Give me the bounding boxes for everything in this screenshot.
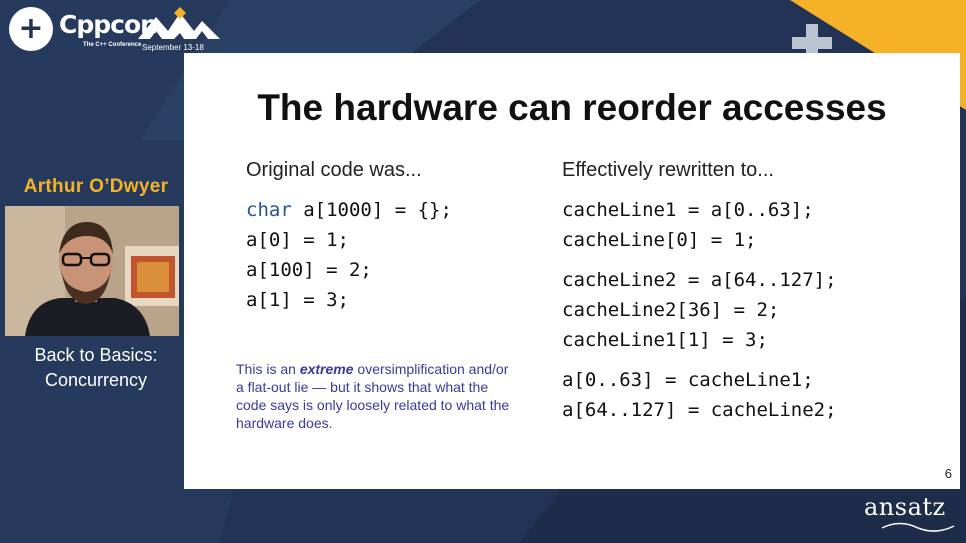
right-column-heading: Effectively rewritten to... xyxy=(562,159,774,181)
presentation-slide: The hardware can reorder accesses Origin… xyxy=(184,53,960,489)
mountains-icon xyxy=(138,7,220,39)
speaker-video-frame xyxy=(5,206,179,336)
note-emphasis: extreme xyxy=(299,361,354,377)
code-line: a[100] = 2; xyxy=(246,259,372,281)
cppcon-logo-mark: + xyxy=(9,7,53,51)
speaker-name: Arthur O’Dwyer xyxy=(23,176,169,197)
code-line: a[0] = 1; xyxy=(246,229,349,251)
cppcon-logo: + Cppcon The C++ Conference September 13… xyxy=(6,4,221,56)
code-line: cacheLine1[1] = 3; xyxy=(562,329,768,351)
ansatz-logo: ansatz xyxy=(864,493,946,521)
rewritten-code-group-2: cacheLine2 = a[64..127]; cacheLine2[36] =… xyxy=(562,265,837,355)
slide-title: The hardware can reorder accesses xyxy=(257,87,887,128)
code-line: cacheLine1 = a[0..63]; xyxy=(562,199,814,221)
slide-note: This is an extreme oversimplification an… xyxy=(236,360,511,432)
code-line: cacheLine2 = a[64..127]; xyxy=(562,269,837,291)
code-line: a[64..127] = cacheLine2; xyxy=(562,399,837,421)
talk-title-line1: Back to Basics: xyxy=(34,345,158,365)
rewritten-code-group-3: a[0..63] = cacheLine1; a[64..127] = cache… xyxy=(562,365,837,425)
talk-title-line2: Concurrency xyxy=(44,370,148,390)
code-line: a[1] = 3; xyxy=(246,289,349,311)
original-code-block: char a[1000] = {}; a[0] = 1; a[100] = 2; a[… xyxy=(246,195,452,315)
code-line: cacheLine[0] = 1; xyxy=(562,229,757,251)
code-text: a[1000] = {}; xyxy=(291,199,452,221)
code-keyword: char xyxy=(246,199,292,221)
event-dates: September 13-18 xyxy=(142,43,204,52)
note-text-before: This is an xyxy=(236,361,300,377)
code-line: char a[1000] = {}; xyxy=(246,195,452,225)
talk-title: Back to Basics: Concurrency xyxy=(0,343,192,393)
ansatz-swoosh-icon xyxy=(881,522,955,532)
code-line: a[0..63] = cacheLine1; xyxy=(562,369,814,391)
code-line: cacheLine2[36] = 2; xyxy=(562,299,780,321)
cppcon-logo-subtitle: The C++ Conference xyxy=(83,42,142,48)
left-column-heading: Original code was... xyxy=(246,159,422,181)
speaker-webcam xyxy=(5,206,179,336)
slide-page-number: 6 xyxy=(944,466,952,481)
rewritten-code-group-1: cacheLine1 = a[0..63]; cacheLine[0] = 1; xyxy=(562,195,814,255)
